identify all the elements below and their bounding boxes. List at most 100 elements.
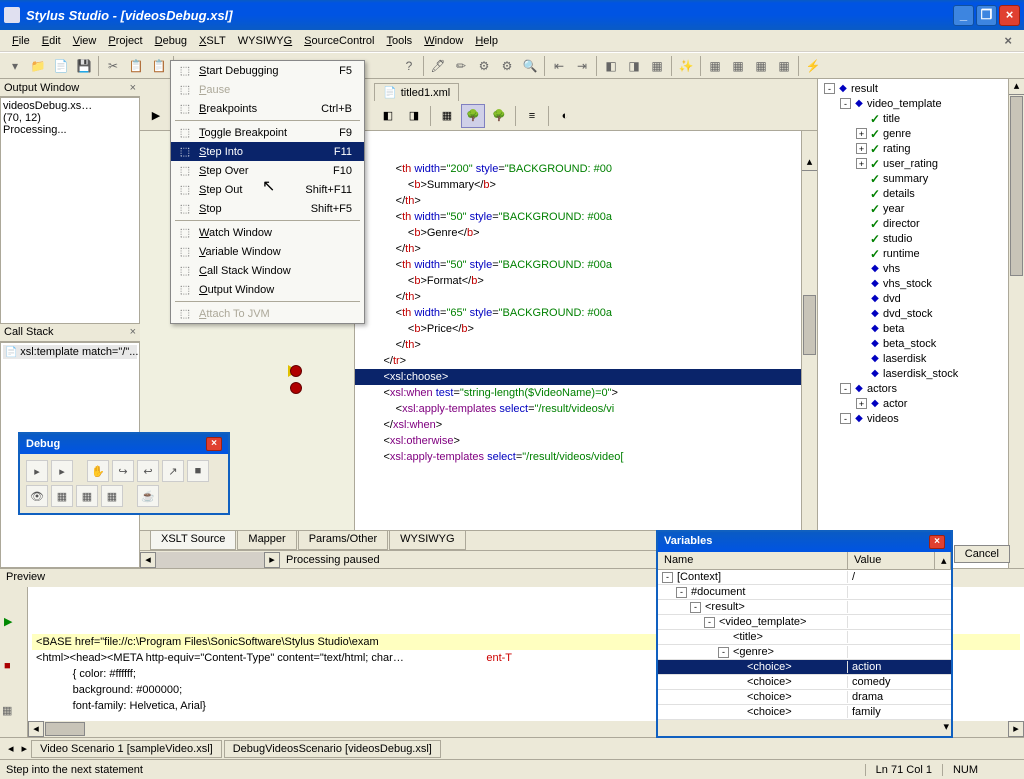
tool-icon[interactable]: ⚙ [496, 55, 518, 77]
tree-node[interactable]: ◆laserdisk_stock [818, 366, 1024, 381]
tree-node[interactable]: ◆laserdisk [818, 351, 1024, 366]
variable-row[interactable]: <title> [658, 630, 951, 645]
tab-xslt-source[interactable]: XSLT Source [150, 531, 236, 550]
menu-item[interactable]: ⬚BreakpointsCtrl+B [171, 99, 364, 118]
tree-node[interactable]: +◆actor [818, 396, 1024, 411]
code-line[interactable]: <th width="65" style="BACKGROUND: #00a [355, 305, 817, 321]
menu-view[interactable]: View [67, 34, 103, 48]
col-value[interactable]: Value [848, 552, 935, 569]
horizontal-scrollbar[interactable]: ◂ ▸ [140, 552, 280, 568]
tree-node[interactable]: +✓user_rating [818, 156, 1024, 171]
menu-tools[interactable]: Tools [381, 34, 419, 48]
variable-row[interactable]: -<result> [658, 600, 951, 615]
tree-node[interactable]: ✓runtime [818, 246, 1024, 261]
menu-item[interactable]: ⬚Variable Window [171, 242, 364, 261]
code-line[interactable]: <b>Format</b> [355, 273, 817, 289]
menu-item[interactable]: ⬚Toggle BreakpointF9 [171, 123, 364, 142]
menu-item[interactable]: ⬚StopShift+F5 [171, 199, 364, 218]
tool-icon[interactable]: 🌳 [461, 104, 485, 128]
tree-node[interactable]: ◆vhs_stock [818, 276, 1024, 291]
debug-tool-icon[interactable]: ▦ [76, 485, 98, 507]
menu-project[interactable]: Project [102, 34, 148, 48]
variable-row[interactable]: <choice>drama [658, 690, 951, 705]
menu-window[interactable]: Window [418, 34, 469, 48]
debug-tool-icon[interactable]: ↪ [112, 460, 134, 482]
debug-tool-icon[interactable]: ✋ [87, 460, 109, 482]
code-line[interactable]: <b>Summary</b> [355, 177, 817, 193]
menu-item[interactable]: ⬚Step OutShift+F11 [171, 180, 364, 199]
tree-node[interactable]: -◆video_template [818, 96, 1024, 111]
code-line[interactable]: <xsl:apply-templates select="/result/vid… [355, 401, 817, 417]
tab-nav-left-icon[interactable]: ◂ [4, 742, 18, 755]
close-icon[interactable]: × [929, 535, 945, 549]
call-stack-item[interactable]: 📄 xsl:template match="/"... [3, 345, 137, 359]
vertical-scrollbar[interactable]: ▴ [801, 131, 817, 530]
tab-mapper[interactable]: Mapper [237, 531, 296, 550]
tool-icon[interactable]: ◧ [376, 104, 400, 128]
tool-icon[interactable]: 🖊 [427, 55, 449, 77]
close-icon[interactable]: × [130, 326, 136, 338]
variable-row[interactable]: -[Context]/ [658, 570, 951, 585]
maximize-button[interactable]: ❐ [976, 5, 997, 26]
code-line[interactable]: </xsl:when> [355, 417, 817, 433]
debug-tool-icon[interactable]: ▦ [51, 485, 73, 507]
tool-icon[interactable]: ▾ [4, 55, 26, 77]
tool-icon[interactable]: ◧ [600, 55, 622, 77]
code-line[interactable]: </tr> [355, 353, 817, 369]
variable-row[interactable]: -#document [658, 585, 951, 600]
tool-icon[interactable]: ▦ [435, 104, 459, 128]
scroll-up-icon[interactable]: ▴ [935, 552, 951, 569]
code-line[interactable]: </th> [355, 241, 817, 257]
code-line[interactable]: <xsl:when test="string-length($VideoName… [355, 385, 817, 401]
tool-icon[interactable]: ≡ [520, 104, 544, 128]
variable-row[interactable]: <choice>comedy [658, 675, 951, 690]
tree-node[interactable]: ✓title [818, 111, 1024, 126]
variable-row[interactable]: -<genre> [658, 645, 951, 660]
tree-node[interactable]: ◆dvd [818, 291, 1024, 306]
tool-icon[interactable]: ✏ [450, 55, 472, 77]
debug-tool-icon[interactable]: ↗ [162, 460, 184, 482]
tool-icon[interactable]: ▦ [750, 55, 772, 77]
preview-tab[interactable]: Video Scenario 1 [sampleVideo.xsl] [31, 740, 222, 758]
tree-node[interactable]: ◆dvd_stock [818, 306, 1024, 321]
tree-node[interactable]: -◆videos [818, 411, 1024, 426]
variables-body[interactable]: -[Context]/-#document-<result>-<video_te… [658, 570, 951, 720]
preview-tab[interactable]: DebugVideosScenario [videosDebug.xsl] [224, 740, 441, 758]
tool-icon[interactable]: ▦ [727, 55, 749, 77]
code-line[interactable]: <b>Genre</b> [355, 225, 817, 241]
code-line[interactable]: <xsl:otherwise> [355, 433, 817, 449]
tool-icon[interactable]: ✨ [675, 55, 697, 77]
tool-icon[interactable]: ◐ [553, 104, 577, 128]
tree-node[interactable]: ◆beta_stock [818, 336, 1024, 351]
find-icon[interactable]: 🔍 [519, 55, 541, 77]
tree-node[interactable]: +✓rating [818, 141, 1024, 156]
menu-item[interactable]: ⬚Call Stack Window [171, 261, 364, 280]
breakpoint-icon[interactable] [290, 365, 302, 377]
tab-wysiwyg[interactable]: WYSIWYG [389, 531, 465, 550]
code-line[interactable]: <xsl:apply-templates select="/result/vid… [355, 449, 817, 465]
tab-params[interactable]: Params/Other [298, 531, 388, 550]
menu-item[interactable]: ⬚Watch Window [171, 223, 364, 242]
col-name[interactable]: Name [658, 552, 848, 569]
debug-tool-icon[interactable]: ■ [187, 460, 209, 482]
tool-icon[interactable]: ◨ [623, 55, 645, 77]
code-editor[interactable]: <th width="200" style="BACKGROUND: #00 <… [355, 131, 817, 530]
close-icon[interactable]: × [130, 82, 136, 94]
code-line[interactable]: <b>Price</b> [355, 321, 817, 337]
tree-node[interactable]: ✓summary [818, 171, 1024, 186]
debug-tool-icon[interactable]: ▸ [26, 460, 48, 482]
tree-node[interactable]: ✓year [818, 201, 1024, 216]
mdi-close-button[interactable]: × [998, 33, 1018, 48]
tree-node[interactable]: ◆vhs [818, 261, 1024, 276]
debug-tool-icon[interactable]: ▸ [51, 460, 73, 482]
menu-item[interactable]: ⬚Step OverF10 [171, 161, 364, 180]
menu-file[interactable]: File [6, 34, 36, 48]
menu-sourcecontrol[interactable]: SourceControl [298, 34, 380, 48]
tree-node[interactable]: ◆beta [818, 321, 1024, 336]
tree-node[interactable]: -◆actors [818, 381, 1024, 396]
cancel-button[interactable]: Cancel [954, 545, 1010, 563]
tool-icon[interactable]: ▦ [704, 55, 726, 77]
close-button[interactable]: × [999, 5, 1020, 26]
variable-row[interactable]: -<video_template> [658, 615, 951, 630]
close-icon[interactable]: × [206, 437, 222, 451]
